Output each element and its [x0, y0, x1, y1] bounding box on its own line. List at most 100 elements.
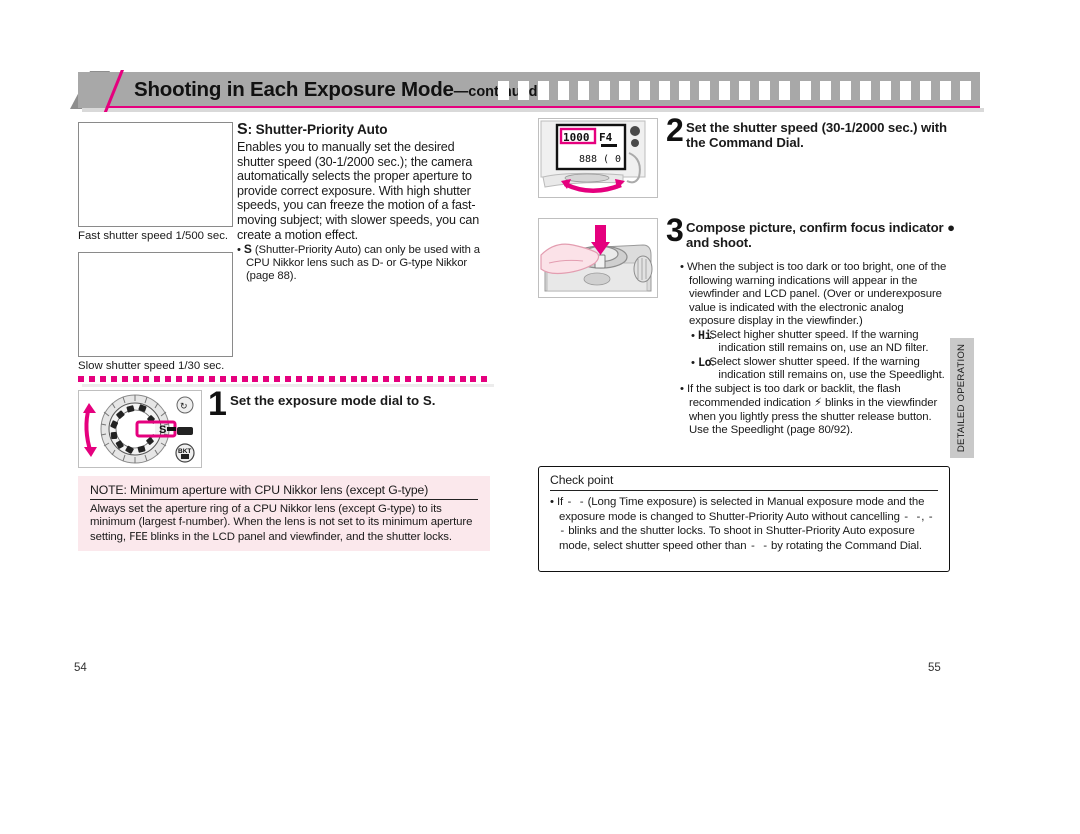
header-square-pattern — [498, 81, 980, 101]
divider-dot — [132, 376, 139, 382]
page-number-right: 55 — [928, 662, 941, 674]
divider-dot — [263, 376, 270, 382]
check-point-body: • If - - (Long Time exposure) is selecte… — [550, 495, 934, 552]
note-body-part2: blinks in the LCD panel and viewfinder, … — [147, 530, 452, 543]
bullet-flash-note: • If the subject is too dark or backlit,… — [680, 382, 938, 437]
caption-fast-shutter: Fast shutter speed 1/500 sec. — [78, 230, 229, 242]
header-square — [900, 81, 911, 100]
section-heading-rest: : Shutter-Priority Auto — [247, 122, 388, 137]
note-box: NOTE: Minimum aperture with CPU Nikkor l… — [78, 476, 490, 551]
step-2-text: Set the shutter speed (30-1/2000 sec.) w… — [686, 120, 948, 151]
page-title: Shooting in Each Exposure Mode—continued — [134, 76, 538, 104]
header-square — [759, 81, 771, 100]
divider-dot — [274, 376, 281, 382]
step-2-number: 2 — [666, 112, 684, 148]
flash-bolt-icon: ⚡ — [813, 395, 822, 409]
header-square — [638, 81, 650, 100]
divider-dot — [394, 376, 401, 382]
step-1-text: Set the exposure mode dial to S. — [230, 393, 490, 408]
section-heading: S: Shutter-Priority Auto — [237, 121, 490, 139]
header-magenta-rule — [106, 106, 980, 108]
check-point-title: Check point — [550, 473, 938, 491]
divider-dot — [78, 376, 84, 382]
header-square — [558, 81, 570, 100]
focus-indicator-dot-icon: ● — [947, 220, 956, 235]
warning-lo-desc: Select slower shutter speed. If the warn… — [709, 355, 945, 382]
step-1-text-mode: S. — [422, 393, 436, 408]
check-body-part1: If — [556, 496, 567, 508]
svg-text:F4: F4 — [599, 131, 613, 144]
header-square — [719, 81, 731, 100]
manual-page: Shooting in Each Exposure Mode—continued… — [0, 0, 1080, 834]
check-glyph-4: - - — [749, 538, 769, 552]
divider-dot — [372, 376, 379, 382]
step-1-number: 1 — [208, 385, 227, 423]
header-square — [819, 81, 831, 100]
header-square — [859, 81, 871, 100]
check-point-box: Check point • If - - (Long Time exposure… — [538, 466, 950, 572]
section-bullet-mode: S — [243, 242, 252, 257]
warning-hi-desc: Select higher shutter speed. If the warn… — [709, 328, 929, 355]
mode-dial-svg: S ↻ BKT — [79, 391, 201, 467]
photo-slow-shutter — [78, 252, 233, 357]
shutter-priority-section: S: Shutter-Priority Auto Enables you to … — [237, 121, 490, 283]
header-square — [839, 81, 851, 100]
header-square — [739, 81, 751, 100]
divider-dot — [187, 376, 193, 382]
header-square — [799, 81, 811, 100]
divider-dot — [241, 376, 248, 382]
header-square — [658, 81, 670, 100]
step-3-text-part1: Compose picture, confirm focus indicator — [686, 220, 948, 235]
header-square — [879, 81, 891, 100]
divider-dot — [350, 376, 357, 382]
divider-dot — [154, 376, 161, 382]
step-1: S ↻ BKT 1 Set the exposure mode dial to … — [78, 385, 490, 470]
divider-dot — [415, 376, 422, 382]
header-square — [618, 81, 630, 100]
page-number-left: 54 — [74, 662, 87, 674]
divider-dot — [317, 376, 324, 382]
section-heading-mode: S — [237, 121, 248, 138]
shutter-release-svg — [539, 219, 657, 297]
header-square — [578, 81, 590, 100]
check-body-part5: by rotating the Command Dial. — [767, 539, 922, 552]
header-square — [960, 81, 972, 100]
divider-dot — [481, 376, 488, 382]
header-shadow — [82, 108, 984, 112]
header-square — [920, 81, 932, 100]
mode-dial-illustration: S ↻ BKT — [78, 390, 202, 468]
step-1-text-normal: Set the exposure mode dial to — [230, 393, 423, 408]
header-square — [538, 81, 550, 100]
divider-dot — [426, 376, 433, 382]
divider-dot — [176, 376, 183, 382]
divider-dot — [383, 376, 390, 382]
divider-dot — [197, 376, 204, 382]
warning-sub-list: • Hi: Select higher shutter speed. If th… — [691, 328, 952, 383]
lcd-panel-illustration: 1000 F4 888 ( 0 — [538, 118, 658, 198]
divider-dot — [230, 376, 237, 382]
divider-dot — [306, 376, 313, 382]
photo-fast-shutter — [78, 122, 233, 227]
section-bullet-text: (Shutter-Priority Auto) can only be used… — [246, 244, 480, 283]
divider-dot — [296, 376, 302, 382]
divider-dot — [208, 376, 215, 382]
page-header: Shooting in Each Exposure Mode—continued — [70, 71, 984, 112]
shutter-release-illustration — [538, 218, 658, 298]
divider-dot — [448, 376, 455, 382]
divider-dot — [339, 376, 346, 382]
note-title: NOTE: Minimum aperture with CPU Nikkor l… — [90, 483, 478, 500]
warning-item-lo: • Lo: Select slower shutter speed. If th… — [691, 355, 952, 383]
header-square — [518, 81, 530, 100]
svg-text:1000: 1000 — [563, 131, 590, 144]
divider-dot — [470, 376, 477, 382]
divider-dot — [328, 376, 335, 382]
divider-dot — [143, 376, 150, 382]
divider-dot — [361, 376, 368, 382]
divider-dot — [459, 376, 466, 382]
svg-text:888: 888 — [579, 154, 597, 165]
header-square — [699, 81, 710, 100]
warning-item-hi: • Hi: Select higher shutter speed. If th… — [691, 328, 952, 356]
header-square — [940, 81, 952, 100]
divider-dot — [219, 376, 226, 382]
side-tab-detailed-operation: DETAILED OPERATION — [950, 338, 974, 458]
